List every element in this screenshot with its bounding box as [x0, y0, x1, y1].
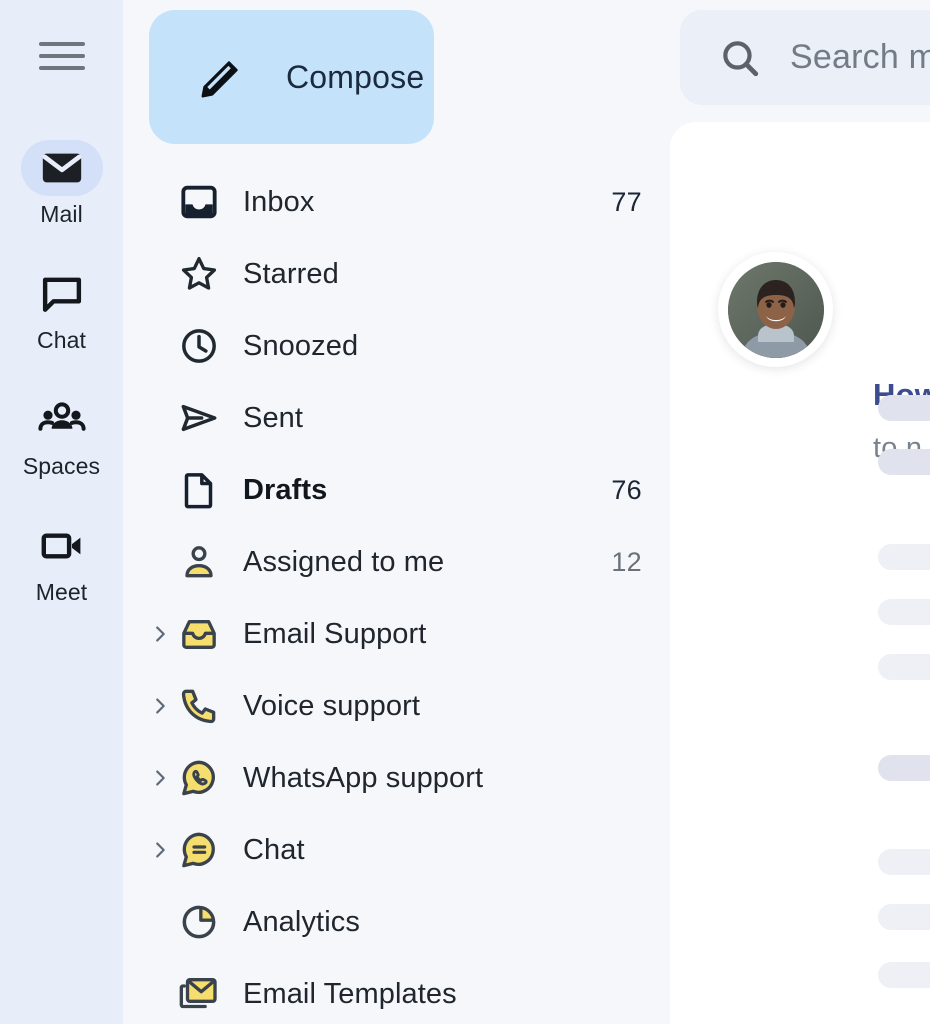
hamburger-bar: [38, 54, 85, 58]
folder-count: 76: [611, 474, 642, 505]
send-icon: [177, 398, 221, 438]
document-icon: [177, 470, 221, 510]
rail-pill-mail: [20, 140, 103, 196]
compose-button[interactable]: Compose: [149, 10, 434, 144]
hamburger-bar: [38, 42, 85, 46]
search-input[interactable]: Search m: [680, 10, 930, 105]
folder-label: Inbox: [243, 185, 315, 218]
app-rail-items: Mail Chat Spaces Meet: [0, 140, 123, 644]
rail-item-meet[interactable]: Meet: [0, 518, 123, 604]
skeleton-line: [878, 599, 930, 625]
compose-label: Compose: [286, 58, 425, 95]
folder-item-chat[interactable]: Chat: [123, 814, 670, 886]
person-icon: [177, 542, 221, 582]
rail-item-label: Spaces: [22, 453, 101, 479]
folder-item-sent[interactable]: Sent: [123, 382, 670, 454]
rail-item-label: Mail: [40, 201, 83, 227]
rail-pill-chat: [21, 266, 103, 322]
rail-item-spaces[interactable]: Spaces: [0, 392, 123, 478]
pie-chart-icon: [177, 902, 221, 942]
folder-count: 77: [611, 186, 642, 217]
folder-item-whatsapp-support[interactable]: WhatsApp support: [123, 742, 670, 814]
folder-label: Analytics: [243, 905, 360, 938]
chat-bubble-icon: [177, 830, 221, 870]
folder-item-snoozed[interactable]: Snoozed: [123, 310, 670, 382]
chevron-right-icon[interactable]: [145, 767, 175, 789]
skeleton-line: [878, 904, 930, 930]
hamburger-bar: [38, 66, 85, 70]
folder-panel: Compose Inbox 77 Starred Snoozed Sent Dr…: [123, 0, 670, 1024]
phone-icon: [177, 686, 221, 726]
folder-label: Email Templates: [243, 977, 457, 1010]
chat-icon: [42, 277, 81, 312]
chevron-right-icon[interactable]: [145, 695, 175, 717]
whatsapp-icon: [177, 758, 221, 798]
inbox-filled-icon: [177, 182, 221, 222]
folder-item-assigned-to-me[interactable]: Assigned to me 12: [123, 526, 670, 598]
skeleton-line: [878, 654, 930, 680]
avatar-image: [727, 261, 824, 358]
folder-item-starred[interactable]: Starred: [123, 238, 670, 310]
skeleton-line: [878, 962, 930, 988]
folder-label: Voice support: [243, 689, 421, 722]
folder-label: Starred: [243, 257, 339, 290]
search-icon: [723, 40, 759, 76]
clock-icon: [177, 326, 221, 366]
search-placeholder: Search m: [790, 38, 930, 76]
avatar: [718, 252, 833, 367]
spaces-icon: [37, 402, 86, 431]
folder-label: Snoozed: [243, 329, 359, 362]
folder-item-voice-support[interactable]: Voice support: [123, 670, 670, 742]
mail-app-window: Mail Chat Spaces Meet Compose Inbox 77 S…: [0, 0, 930, 1024]
message-card: How to n: [670, 122, 930, 1024]
hamburger-menu-icon[interactable]: [38, 34, 86, 78]
skeleton-line: [878, 755, 930, 781]
app-rail: Mail Chat Spaces Meet: [0, 0, 123, 1024]
folder-item-inbox[interactable]: Inbox 77: [123, 166, 670, 238]
folder-label: Chat: [243, 833, 305, 866]
chevron-right-icon[interactable]: [145, 623, 175, 645]
content-area: Search m to n: [670, 0, 930, 1024]
rail-item-label: Meet: [35, 579, 88, 605]
skeleton-line: [878, 395, 930, 421]
rail-item-chat[interactable]: Chat: [0, 266, 123, 352]
folder-item-email-templates[interactable]: Email Templates: [123, 958, 670, 1024]
inbox-tray-icon: [177, 614, 221, 654]
rail-item-mail[interactable]: Mail: [0, 140, 123, 226]
folder-item-drafts[interactable]: Drafts 76: [123, 454, 670, 526]
rail-pill-meet: [21, 518, 103, 574]
folder-item-analytics[interactable]: Analytics: [123, 886, 670, 958]
folder-label: Sent: [243, 401, 304, 434]
skeleton-line: [878, 449, 930, 475]
mail-icon: [41, 153, 82, 183]
meet-icon: [41, 533, 80, 559]
star-icon: [177, 254, 221, 294]
folder-label: Drafts: [243, 473, 328, 506]
pencil-icon: [201, 61, 238, 98]
skeleton-line: [878, 849, 930, 875]
folder-count: 12: [611, 546, 642, 577]
folder-item-email-support[interactable]: Email Support: [123, 598, 670, 670]
skeleton-line: [878, 544, 930, 570]
folder-label: Assigned to me: [243, 545, 445, 578]
folder-list: Inbox 77 Starred Snoozed Sent Drafts 76 …: [123, 166, 670, 1024]
chevron-right-icon[interactable]: [145, 839, 175, 861]
folder-label: WhatsApp support: [243, 761, 484, 794]
rail-item-label: Chat: [37, 327, 86, 353]
rail-pill-spaces: [21, 392, 103, 448]
folder-label: Email Support: [243, 617, 427, 650]
email-stack-icon: [177, 974, 221, 1014]
